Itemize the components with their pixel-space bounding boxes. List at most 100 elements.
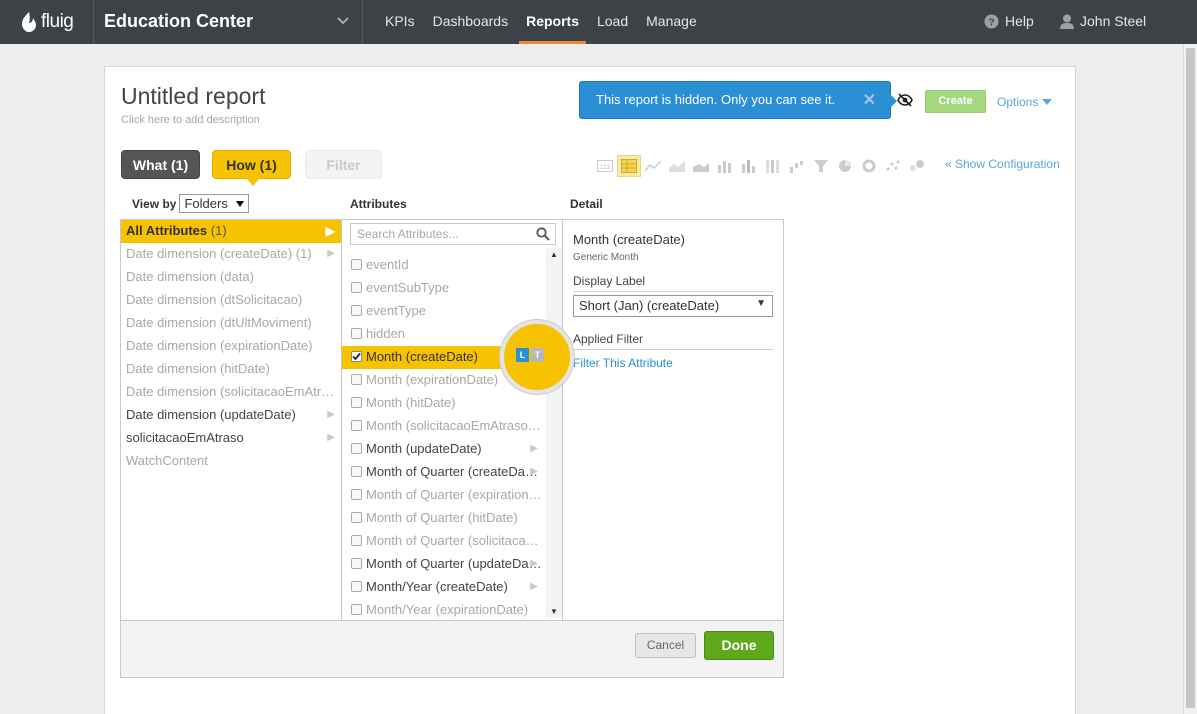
- folder-label: solicitacaoEmAtraso: [126, 430, 244, 445]
- waterfall-chart-icon[interactable]: [785, 155, 809, 177]
- attribute-item[interactable]: eventSubType: [342, 277, 546, 300]
- nav-load[interactable]: Load: [588, 0, 637, 44]
- checkbox[interactable]: [351, 443, 362, 454]
- folder-item[interactable]: Date dimension (solicitacaoEmAtr…: [121, 381, 341, 404]
- checkbox[interactable]: [351, 328, 362, 339]
- show-configuration-link[interactable]: « Show Configuration: [945, 157, 1060, 171]
- checkbox[interactable]: [351, 374, 362, 385]
- checkbox[interactable]: [351, 259, 362, 270]
- attribute-item[interactable]: Month of Quarter (solicitaca…: [342, 530, 546, 553]
- checkbox[interactable]: [351, 558, 362, 569]
- scrollbar-thumb[interactable]: [1186, 48, 1195, 708]
- tab-what[interactable]: What (1): [121, 150, 200, 179]
- checkbox[interactable]: [351, 604, 362, 615]
- checkbox[interactable]: [351, 282, 362, 293]
- attribute-item[interactable]: Month of Quarter (updateDa… ▶: [342, 553, 546, 576]
- percent-bar-chart-icon[interactable]: [761, 155, 785, 177]
- folder-item[interactable]: Date dimension (data): [121, 266, 341, 289]
- caret-down-icon: [1041, 99, 1052, 105]
- funnel-chart-icon[interactable]: [809, 155, 833, 177]
- area-chart-icon[interactable]: [689, 155, 713, 177]
- area-line-chart-icon[interactable]: [665, 155, 689, 177]
- search-placeholder: Search Attributes...: [357, 227, 459, 241]
- folder-item[interactable]: Date dimension (createDate) (1) ▶: [121, 243, 341, 266]
- folder-item[interactable]: WatchContent: [121, 450, 341, 473]
- folder-item[interactable]: solicitacaoEmAtraso ▶: [121, 427, 341, 450]
- nav-kpis[interactable]: KPIs: [376, 0, 424, 44]
- report-title[interactable]: Untitled report: [121, 83, 265, 110]
- create-button[interactable]: Create: [925, 90, 986, 113]
- display-label-value: Short (Jan) (createDate): [579, 298, 720, 313]
- folder-item[interactable]: Date dimension (hitDate): [121, 358, 341, 381]
- attribute-item[interactable]: Month (hitDate): [342, 392, 546, 415]
- nav-reports[interactable]: Reports: [517, 0, 588, 44]
- folder-item[interactable]: Date dimension (dtSolicitacao): [121, 289, 341, 312]
- chart-type-selector: 123: [593, 155, 929, 177]
- options-menu[interactable]: Options: [997, 95, 1052, 109]
- stacked-bar-chart-icon[interactable]: [737, 155, 761, 177]
- cancel-button[interactable]: Cancel: [635, 633, 696, 658]
- attribute-item[interactable]: Month/Year (createDate) ▶: [342, 576, 546, 599]
- attribute-item[interactable]: Month/Year (expirationDate): [342, 599, 546, 620]
- attribute-item[interactable]: eventType: [342, 300, 546, 323]
- help-link[interactable]: ? Help: [984, 13, 1034, 29]
- folder-item[interactable]: All Attributes (1) ▶: [121, 220, 341, 243]
- label-l-icon: L: [516, 348, 529, 362]
- nav-manage[interactable]: Manage: [637, 0, 706, 44]
- view-by-select[interactable]: Folders: [179, 194, 249, 213]
- folder-item[interactable]: Date dimension (dtUltMoviment): [121, 312, 341, 335]
- checkbox[interactable]: [351, 466, 362, 477]
- attribute-item[interactable]: Month of Quarter (createDa… ▶: [342, 461, 546, 484]
- project-title[interactable]: Education Center: [104, 11, 253, 32]
- nav-dashboards[interactable]: Dashboards: [424, 0, 518, 44]
- label-type-toggle[interactable]: L T: [516, 348, 544, 362]
- fluig-logo[interactable]: fluig: [20, 9, 74, 35]
- donut-chart-icon[interactable]: [857, 155, 881, 177]
- table-123-icon[interactable]: 123: [593, 155, 617, 177]
- eye-hidden-icon[interactable]: [897, 93, 913, 107]
- search-icon[interactable]: [536, 227, 550, 241]
- attribute-item[interactable]: Month (solicitacaoEmAtraso…: [342, 415, 546, 438]
- attribute-label: eventId: [366, 257, 409, 272]
- table-grid-icon[interactable]: [617, 155, 641, 177]
- attribute-item[interactable]: Month of Quarter (hitDate): [342, 507, 546, 530]
- close-icon[interactable]: ✕: [863, 90, 876, 110]
- display-label-select[interactable]: Short (Jan) (createDate) ▼: [573, 295, 773, 317]
- svg-text:?: ?: [988, 17, 994, 28]
- bar-chart-icon[interactable]: [713, 155, 737, 177]
- search-input[interactable]: Search Attributes...: [350, 223, 556, 245]
- chevron-right-icon: ▶: [530, 466, 538, 477]
- done-button[interactable]: Done: [704, 631, 774, 660]
- scroll-down-icon[interactable]: ▼: [550, 607, 558, 616]
- checkbox[interactable]: [351, 420, 362, 431]
- scatter-chart-icon[interactable]: [881, 155, 905, 177]
- drag-magnifier: L T: [500, 320, 574, 394]
- tab-how[interactable]: How (1): [212, 150, 291, 186]
- filter-attribute-link[interactable]: Filter This Attribute: [573, 356, 673, 370]
- page-scrollbar[interactable]: [1183, 44, 1197, 714]
- attribute-scrollbar[interactable]: ▲ ▼: [546, 248, 562, 618]
- checkbox[interactable]: [351, 512, 362, 523]
- checkbox[interactable]: [351, 581, 362, 592]
- folder-item[interactable]: Date dimension (updateDate) ▶: [121, 404, 341, 427]
- scroll-up-icon[interactable]: ▲: [550, 250, 558, 259]
- user-menu[interactable]: John Steel: [1060, 13, 1146, 29]
- checkbox[interactable]: [351, 397, 362, 408]
- checkbox[interactable]: [351, 489, 362, 500]
- checkbox[interactable]: [351, 535, 362, 546]
- tab-filter[interactable]: Filter: [305, 150, 382, 179]
- line-chart-icon[interactable]: [641, 155, 665, 177]
- attribute-item[interactable]: Month (updateDate) ▶: [342, 438, 546, 461]
- attribute-label: Month of Quarter (createDa…: [366, 464, 538, 479]
- report-description[interactable]: Click here to add description: [121, 114, 260, 126]
- checkbox[interactable]: [351, 351, 362, 362]
- attribute-item[interactable]: Month of Quarter (expiration…: [342, 484, 546, 507]
- pie-chart-icon[interactable]: [833, 155, 857, 177]
- attribute-item[interactable]: eventId: [342, 254, 546, 277]
- folder-item[interactable]: Date dimension (expirationDate): [121, 335, 341, 358]
- label-t-icon: T: [531, 348, 544, 362]
- checkbox[interactable]: [351, 305, 362, 316]
- chevron-right-icon: ▶: [530, 581, 538, 592]
- chevron-down-icon[interactable]: [336, 14, 350, 28]
- bubble-chart-icon[interactable]: [905, 155, 929, 177]
